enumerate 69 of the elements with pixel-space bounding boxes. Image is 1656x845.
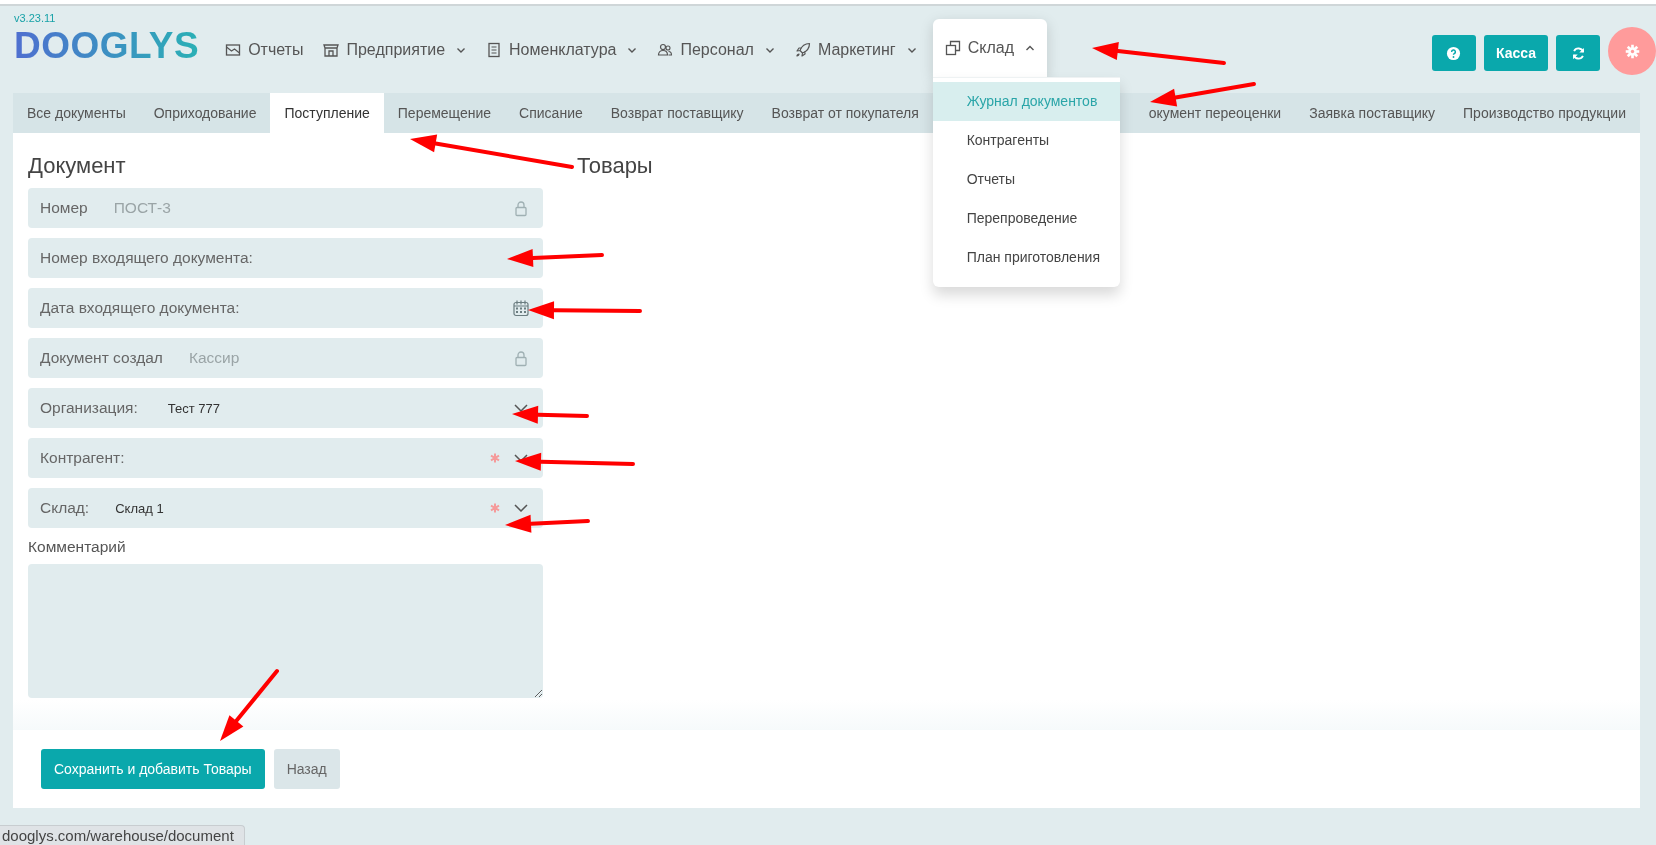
- nav-label[interactable]: Персонал: [680, 41, 754, 59]
- field-value: ПОСТ-3: [113, 199, 171, 217]
- field-label: Документ создал: [40, 349, 163, 367]
- chevron-down-icon: [514, 404, 528, 412]
- envelope-chart-icon: [225, 42, 242, 58]
- dropdown-field[interactable]: Контрагент:: [28, 438, 543, 478]
- calendar-icon: [513, 299, 529, 317]
- selected-value: Склад 1: [115, 500, 165, 516]
- chevron-down-icon: [514, 504, 528, 512]
- tab[interactable]: Заявка поставщику: [1295, 93, 1450, 133]
- field-value: Кассир: [188, 349, 240, 367]
- nav-label[interactable]: Маркетинг: [817, 41, 896, 59]
- dropdown-item[interactable]: Отчеты: [932, 160, 1120, 199]
- annotation-arrow: [220, 669, 279, 741]
- refresh-button[interactable]: [1556, 35, 1600, 71]
- selected-value: Тест 777: [167, 400, 221, 416]
- input-field[interactable]: Номер ПОСТ-3: [28, 188, 543, 228]
- tab[interactable]: Перемещение: [383, 93, 506, 133]
- store-icon: [323, 42, 340, 58]
- field-label: Номер: [40, 199, 88, 217]
- dropdown-field[interactable]: Склад: Склад 1: [28, 488, 543, 528]
- tab[interactable]: Оприходование: [139, 93, 271, 133]
- field-label: Номер входящего документа:: [40, 249, 253, 267]
- document-icon: [486, 42, 503, 58]
- dropdown-item[interactable]: Перепроведение: [932, 199, 1120, 238]
- lock-icon: [513, 349, 529, 367]
- nav-menu-item[interactable]: Предприятие: [313, 32, 477, 68]
- lock-icon: [513, 199, 529, 217]
- field-label: Дата входящего документа:: [40, 299, 240, 317]
- settings-icon: [1624, 43, 1640, 59]
- help-button[interactable]: [1431, 35, 1476, 71]
- nav-menu-item[interactable]: Персонал: [647, 32, 785, 68]
- section-heading: Документ: [28, 153, 127, 178]
- tab[interactable]: Производство продукции: [1449, 93, 1640, 133]
- nav-menu-item[interactable]: Отчеты: [215, 32, 314, 68]
- rocket-icon: [794, 42, 811, 58]
- field-label: Контрагент:: [40, 449, 125, 467]
- dropdown-item[interactable]: План приготовления: [932, 238, 1120, 277]
- tab[interactable]: Возврат от покупателя: [757, 93, 933, 133]
- field-label: Склад:: [40, 499, 90, 517]
- tab[interactable]: Все документы: [13, 93, 140, 133]
- date-field[interactable]: Дата входящего документа:: [28, 288, 543, 328]
- input-field[interactable]: Документ создал Кассир: [28, 338, 543, 378]
- people-icon: [657, 42, 674, 58]
- nav-label[interactable]: Склад: [967, 39, 1014, 57]
- help-icon: [1446, 45, 1462, 61]
- dropdown-item[interactable]: Контрагенты: [932, 121, 1120, 160]
- nav-menu-item[interactable]: Маркетинг: [784, 32, 927, 68]
- section-heading: Товары: [577, 153, 654, 178]
- comment-field[interactable]: [28, 564, 543, 698]
- tab[interactable]: окумент переоценки: [1134, 93, 1296, 133]
- input-field[interactable]: Номер входящего документа:: [28, 238, 543, 278]
- dropdown-field[interactable]: Организация: Тест 777: [28, 388, 543, 428]
- field-label: Организация:: [40, 399, 138, 417]
- version-label: v3.23.11: [14, 12, 57, 24]
- nav-label[interactable]: Номенклатура: [509, 41, 617, 59]
- nav-menu-item[interactable]: Номенклатура: [476, 32, 648, 68]
- nav-label[interactable]: Отчеты: [248, 41, 304, 59]
- back-button[interactable]: Назад: [273, 749, 340, 789]
- nav-label[interactable]: Предприятие: [346, 41, 446, 59]
- settings-button[interactable]: [1608, 27, 1656, 75]
- refresh-icon: [1570, 45, 1586, 61]
- field-label: Комментарий: [28, 538, 127, 556]
- chevron-down-icon: [514, 454, 528, 462]
- tab[interactable]: Возврат поставщику: [596, 93, 758, 133]
- tab[interactable]: Поступление: [270, 93, 384, 133]
- status-url: dooglys.com/warehouse/document: [0, 825, 245, 845]
- tab[interactable]: Списание: [505, 93, 597, 133]
- stacked-squares-icon: [944, 40, 961, 56]
